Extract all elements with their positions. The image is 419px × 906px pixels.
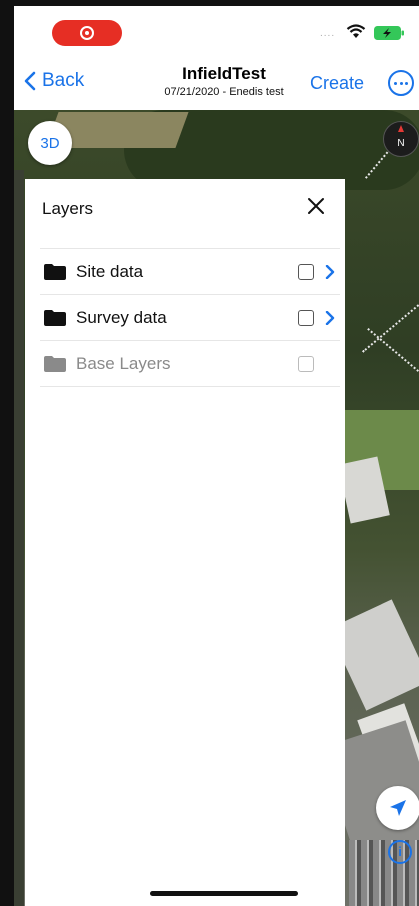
status-bar: ....	[14, 6, 419, 58]
layer-row-survey-data[interactable]: Survey data	[40, 294, 340, 341]
layer-checkbox[interactable]	[298, 310, 314, 326]
home-indicator[interactable]	[150, 891, 298, 896]
divider	[40, 386, 340, 387]
chevron-right-icon[interactable]	[324, 265, 336, 279]
compass-icon[interactable]: N	[383, 121, 419, 157]
layer-label: Survey data	[76, 308, 167, 327]
screen-recording-indicator[interactable]	[52, 20, 122, 46]
folder-icon	[44, 264, 66, 280]
page-subtitle: 07/21/2020 - Enedis test	[164, 86, 284, 98]
layer-label: Site data	[76, 262, 144, 281]
close-icon[interactable]	[307, 197, 325, 215]
back-button[interactable]: Back	[24, 70, 84, 92]
device: .... Back InfieldTest 07/21/2020 - Enedi…	[0, 0, 419, 906]
layer-row-site-data[interactable]: Site data	[40, 248, 340, 295]
layers-panel-title: Layers	[42, 199, 94, 218]
info-icon[interactable]: i	[388, 840, 412, 864]
layer-label: Base Layers	[76, 354, 171, 373]
chevron-right-icon[interactable]	[324, 311, 336, 325]
create-button[interactable]: Create	[310, 73, 364, 94]
navigation-bar: Back InfieldTest 07/21/2020 - Enedis tes…	[14, 58, 419, 110]
location-arrow-icon	[390, 800, 406, 816]
toggle-3d-button[interactable]: 3D	[28, 121, 72, 165]
map-edge	[14, 170, 24, 906]
layer-checkbox[interactable]	[298, 264, 314, 280]
map-path	[365, 327, 419, 377]
folder-icon	[44, 310, 66, 326]
more-icon[interactable]	[388, 70, 414, 96]
layer-checkbox	[298, 356, 314, 372]
locate-button[interactable]	[376, 786, 419, 830]
layer-row-base-layers: Base Layers	[40, 340, 340, 387]
back-label: Back	[42, 70, 85, 91]
compass-label: N	[397, 137, 405, 149]
signal-dots: ....	[320, 28, 336, 39]
layers-panel: Layers Site data Survey data Base Layers	[25, 179, 345, 906]
screen: .... Back InfieldTest 07/21/2020 - Enedi…	[14, 6, 419, 906]
battery-charging-icon	[374, 26, 404, 40]
record-icon	[80, 26, 94, 40]
nav-title-block: InfieldTest 07/21/2020 - Enedis test	[129, 64, 319, 98]
page-title: InfieldTest	[182, 64, 266, 83]
folder-icon	[44, 356, 66, 372]
chevron-left-icon	[24, 71, 36, 91]
wifi-icon	[346, 24, 366, 38]
